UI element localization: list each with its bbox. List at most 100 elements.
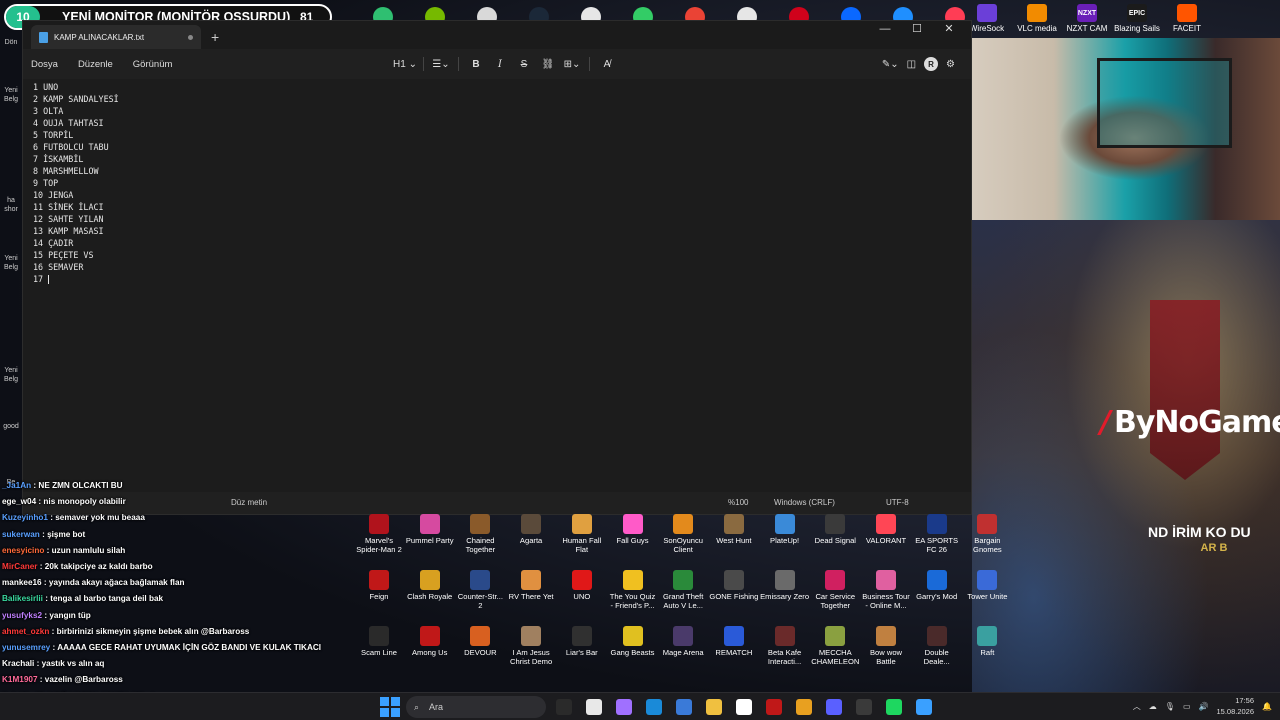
desktop-game-shortcut[interactable]: I Am Jesus Christ Demo	[506, 624, 556, 666]
desktop-game-shortcut[interactable]: EA SPORTS FC 26	[912, 512, 962, 554]
desktop-label-fragment[interactable]: Dön	[0, 38, 22, 47]
desktop-game-shortcut[interactable]: UNO	[557, 568, 607, 601]
desktop-game-shortcut[interactable]: Grand Theft Auto V Le...	[658, 568, 708, 610]
desktop-game-shortcut[interactable]: Counter-Str... 2	[455, 568, 505, 610]
desktop-game-shortcut[interactable]: West Hunt	[709, 512, 759, 545]
desktop-game-shortcut[interactable]: Chained Together	[455, 512, 505, 554]
desktop-game-shortcut[interactable]: Bow wow Battle	[861, 624, 911, 666]
desktop-label-fragment[interactable]: Yeni Belg	[0, 366, 22, 384]
taskbar-app-icon[interactable]	[792, 696, 816, 718]
desktop-game-shortcut[interactable]: The You Quiz - Friend's P...	[608, 568, 658, 610]
notifications-bell-icon[interactable]: 🔔	[1262, 702, 1272, 711]
microphone-icon[interactable]: 🎙	[1165, 702, 1175, 711]
chat-text: : AAAAA GECE RAHAT UYUMAK İÇİN GÖZ BANDI…	[52, 643, 322, 653]
strikethrough-icon[interactable]: S	[513, 53, 535, 75]
menu-view[interactable]: Görünüm	[123, 59, 183, 70]
taskbar-app-icon[interactable]	[822, 696, 846, 718]
start-button[interactable]	[380, 697, 400, 717]
desktop-game-shortcut[interactable]: Gang Beasts	[608, 624, 658, 657]
desktop-game-shortcut[interactable]: Human Fall Flat	[557, 512, 607, 554]
taskbar-search[interactable]: ⌕ Ara	[406, 696, 546, 718]
link-icon[interactable]: ⛓	[537, 53, 559, 75]
table-dropdown-icon[interactable]: ⊞⌄	[561, 53, 583, 75]
copilot-icon[interactable]: ✎⌄	[882, 59, 899, 70]
settings-gear-icon[interactable]: ⚙	[946, 59, 955, 70]
desktop-game-shortcut[interactable]: Raft	[962, 624, 1012, 657]
maximize-button[interactable]: ☐	[901, 21, 933, 49]
taskbar-app-icon[interactable]	[552, 696, 576, 718]
desktop-game-shortcut[interactable]: RV There Yet	[506, 568, 556, 601]
desktop-shortcut[interactable]: EPIC Blazing Sails	[1112, 4, 1162, 38]
desktop-game-shortcut[interactable]: Scam Line	[354, 624, 404, 657]
desktop-game-shortcut[interactable]: Among Us	[405, 624, 455, 657]
tray-overflow-icon[interactable]: ︿	[1133, 701, 1141, 712]
tray-app-icon[interactable]: ☁	[1149, 702, 1157, 711]
chat-message: Kuzeyinho1 : semaver yok mu beaaa	[2, 510, 352, 526]
desktop-game-shortcut[interactable]: Mage Arena	[658, 624, 708, 657]
desktop-shortcut[interactable]: FACEIT	[1162, 4, 1212, 38]
desktop-game-shortcut[interactable]: Business Tour - Online M...	[861, 568, 911, 610]
bold-icon[interactable]: B	[465, 53, 487, 75]
desktop-game-shortcut[interactable]: Emissary Zero	[760, 568, 810, 601]
taskbar-app-icon[interactable]	[912, 696, 936, 718]
desktop-game-shortcut[interactable]: Marvel's Spider-Man 2	[354, 512, 404, 554]
taskbar-app-icon[interactable]	[882, 696, 906, 718]
desktop-game-shortcut[interactable]: MECCHA CHAMELEON	[810, 624, 860, 666]
desktop-game-shortcut[interactable]: Feign	[354, 568, 404, 601]
desktop-label-fragment[interactable]: Yeni Belg	[0, 86, 22, 104]
taskbar-app-icon[interactable]	[852, 696, 876, 718]
notepad-tab[interactable]: KAMP ALINACAKLAR.txt	[31, 25, 201, 49]
desktop-game-shortcut[interactable]: Pummel Party	[405, 512, 455, 545]
close-button[interactable]: ✕	[933, 21, 965, 49]
minimize-button[interactable]: —	[869, 21, 901, 49]
desktop-game-shortcut[interactable]: Agarta	[506, 512, 556, 545]
desktop-game-shortcut[interactable]: PlateUp!	[760, 512, 810, 545]
taskbar-app-icon[interactable]	[702, 696, 726, 718]
desktop-game-shortcut[interactable]: SonOyuncu Client	[658, 512, 708, 554]
taskbar-app-icon[interactable]	[672, 696, 696, 718]
desktop-game-shortcut[interactable]: Beta Kafe Interacti...	[760, 624, 810, 666]
taskbar-app-icon[interactable]	[762, 696, 786, 718]
desktop-game-shortcut[interactable]: VALORANT	[861, 512, 911, 545]
text-editor-area[interactable]: 1 UNO 2 KAMP SANDALYESİ 3 OLTA 4 OUJA TAHTA…	[23, 79, 971, 492]
desktop-game-shortcut[interactable]: Garry's Mod	[912, 568, 962, 601]
desktop-game-shortcut[interactable]: DEVOUR	[455, 624, 505, 657]
desktop-game-shortcut[interactable]: Liar's Bar	[557, 624, 607, 657]
heading-dropdown[interactable]: H1 ⌄	[393, 53, 417, 75]
new-tab-button[interactable]: +	[211, 29, 219, 45]
game-icon	[926, 626, 947, 646]
account-avatar[interactable]: R	[924, 57, 939, 71]
clear-format-icon[interactable]: A̸	[596, 53, 618, 75]
feedback-icon[interactable]: ◫	[907, 59, 916, 70]
desktop-game-shortcut[interactable]: Bargain Gnomes	[962, 512, 1012, 554]
desktop-game-shortcut[interactable]: Dead Signal	[810, 512, 860, 545]
volume-icon[interactable]: 🔊	[1199, 702, 1209, 711]
status-zoom[interactable]: %100	[728, 498, 748, 507]
desktop-shortcut[interactable]: VLC media	[1012, 4, 1062, 38]
desktop-game-shortcut[interactable]: Double Deale...	[912, 624, 962, 666]
network-icon[interactable]: ▭	[1183, 702, 1191, 711]
desktop-label-fragment[interactable]: good	[0, 422, 22, 431]
taskbar-app-icon[interactable]	[612, 696, 636, 718]
menu-edit[interactable]: Düzenle	[68, 59, 123, 70]
document-icon	[39, 31, 48, 43]
taskbar-app-icon[interactable]	[582, 696, 606, 718]
desktop-shortcut[interactable]: NZXT NZXT CAM	[1062, 4, 1112, 38]
desktop-game-shortcut[interactable]: Fall Guys	[608, 512, 658, 545]
italic-icon[interactable]: I	[489, 53, 511, 75]
desktop-game-shortcut[interactable]: GONE Fishing	[709, 568, 759, 601]
notepad-titlebar[interactable]: KAMP ALINACAKLAR.txt + — ☐ ✕	[23, 21, 971, 49]
desktop-game-shortcut[interactable]: Clash Royale	[405, 568, 455, 601]
desktop-label-fragment[interactable]: Yeni Belg	[0, 254, 22, 272]
chat-text: : tenga al barbo tanga deil bak	[45, 594, 164, 604]
desktop-game-shortcut[interactable]: Car Service Together	[810, 568, 860, 610]
notepad-window[interactable]: KAMP ALINACAKLAR.txt + — ☐ ✕ Dosya Düzen…	[22, 20, 972, 515]
menu-file[interactable]: Dosya	[23, 59, 68, 70]
clock[interactable]: 17:56 15.08.2026	[1216, 695, 1254, 717]
desktop-label-fragment[interactable]: ha shor	[0, 196, 22, 214]
taskbar-app-icon[interactable]	[642, 696, 666, 718]
list-dropdown-icon[interactable]: ☰⌄	[430, 53, 452, 75]
taskbar-app-icon[interactable]	[732, 696, 756, 718]
desktop-game-shortcut[interactable]: REMATCH	[709, 624, 759, 657]
desktop-game-shortcut[interactable]: Tower Unite	[962, 568, 1012, 601]
